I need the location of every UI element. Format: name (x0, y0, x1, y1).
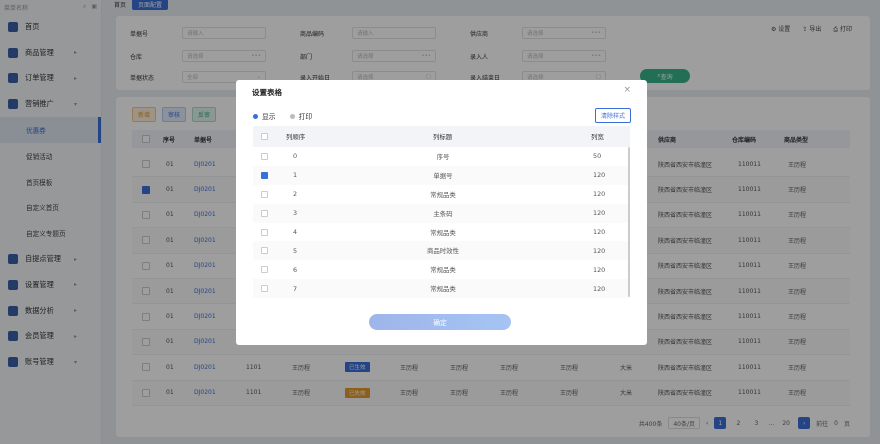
column-settings-table: 列顺序 列标题 列宽 0 序号 50 1 单据号 120 2 常规品类 120 3 主条码 120 4 常… (253, 126, 630, 302)
cell-order: 6 (293, 265, 298, 274)
cell-title: 常规品类 (430, 190, 456, 199)
mode-radio-group: 显示 打印 (253, 111, 312, 121)
col-header: 列标题 (433, 133, 453, 141)
cell-width: 120 (593, 284, 606, 293)
table-settings-dialog: 设置表格 × 显示 打印 清除样式 列顺序 列标题 列宽 0 序号 50 1 单据号 12… (236, 80, 647, 345)
row-checkbox[interactable] (261, 152, 268, 160)
radio-dot (289, 113, 295, 119)
cell-width: 120 (593, 171, 606, 180)
cell-width: 120 (593, 209, 606, 218)
settings-row[interactable]: 1 单据号 120 (253, 165, 630, 185)
cell-order: 7 (293, 284, 298, 293)
cell-title: 主条码 (433, 209, 453, 218)
cell-order: 3 (293, 209, 298, 218)
cell-title: 序号 (436, 152, 450, 161)
confirm-button[interactable]: 确定 (369, 314, 511, 330)
row-checkbox[interactable] (261, 190, 268, 198)
row-checkbox[interactable] (261, 266, 268, 274)
cell-width: 120 (593, 265, 606, 274)
dialog-title: 设置表格 (252, 88, 282, 97)
settings-row[interactable]: 3 主条码 120 (253, 203, 630, 223)
row-checkbox[interactable] (261, 171, 268, 179)
settings-row[interactable]: 7 常规品类 120 (253, 279, 630, 299)
cell-title: 单据号 (433, 171, 453, 180)
row-checkbox[interactable] (261, 228, 268, 236)
cell-width: 120 (593, 228, 606, 236)
settings-table-header: 列顺序 列标题 列宽 (253, 126, 630, 147)
cell-width: 120 (593, 190, 606, 199)
row-checkbox[interactable] (261, 247, 268, 255)
cell-title: 商品时效性 (427, 247, 459, 256)
cell-title: 常规品类 (430, 228, 456, 237)
cell-order: 0 (293, 152, 298, 161)
cell-width: 50 (593, 152, 602, 161)
select-all-checkbox[interactable] (261, 133, 268, 140)
scrollbar[interactable] (628, 147, 630, 297)
cell-order: 4 (293, 228, 298, 236)
radio-label: 打印 (298, 113, 313, 121)
settings-row[interactable]: 4 常规品类 120 (253, 223, 630, 242)
cell-title: 常规品类 (430, 285, 456, 294)
close-icon[interactable]: × (623, 85, 631, 95)
radio-print[interactable]: 打印 (289, 111, 313, 121)
cell-order: 2 (293, 190, 298, 199)
radio-show[interactable]: 显示 (253, 111, 276, 121)
row-checkbox[interactable] (261, 209, 268, 217)
cell-order: 1 (293, 171, 298, 180)
row-checkbox[interactable] (261, 285, 268, 293)
clear-style-button[interactable]: 清除样式 (594, 108, 631, 123)
settings-row[interactable]: 5 商品时效性 120 (253, 241, 630, 261)
radio-dot (253, 113, 258, 119)
col-header: 列顺序 (286, 133, 306, 141)
radio-label: 显示 (262, 113, 276, 121)
cell-order: 5 (293, 246, 298, 255)
settings-row[interactable]: 6 常规品类 120 (253, 260, 630, 279)
settings-row[interactable]: 0 序号 50 (253, 147, 630, 166)
cell-title: 常规品类 (430, 266, 456, 275)
cell-width: 120 (593, 246, 606, 255)
settings-row[interactable]: 2 常规品类 120 (253, 185, 630, 204)
col-header: 列宽 (591, 133, 604, 141)
